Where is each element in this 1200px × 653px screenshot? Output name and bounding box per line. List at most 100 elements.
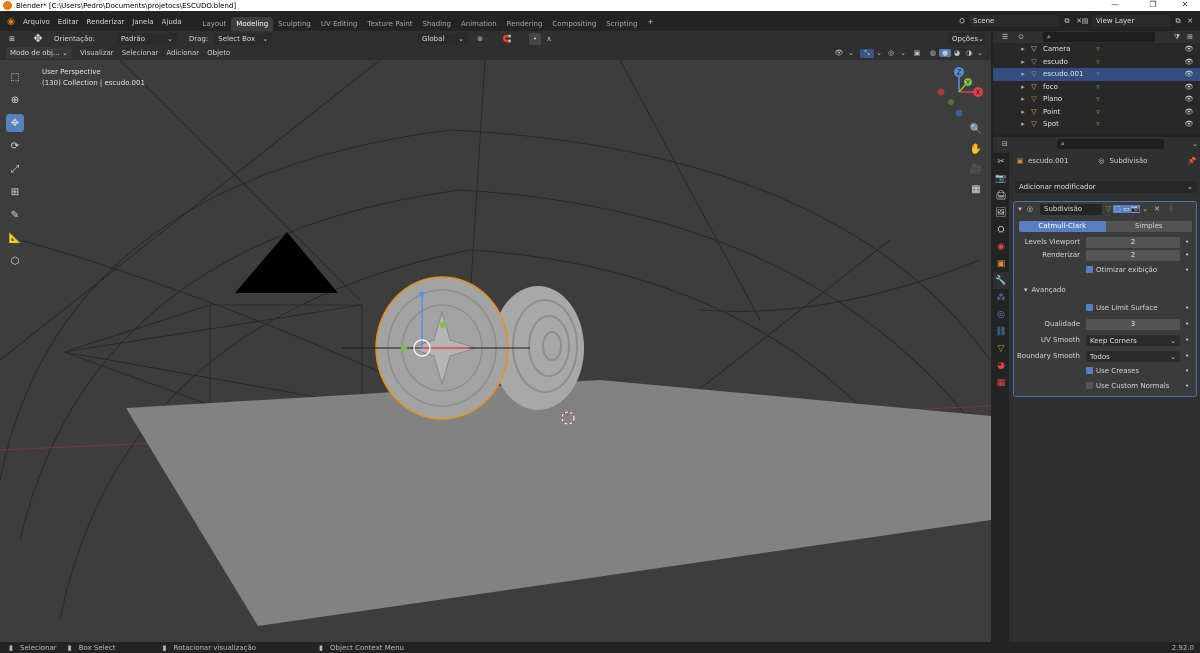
visibility-eye-icon[interactable]: 👁 — [1184, 45, 1194, 53]
optimize-display-checkbox[interactable]: Otimizar exibição — [1086, 266, 1157, 274]
visibility-eye-icon[interactable]: 👁 — [1184, 70, 1194, 78]
measure-tool-icon[interactable]: 📐 — [6, 229, 24, 247]
overlays-icon[interactable]: ◎ — [884, 49, 898, 57]
scene-name[interactable]: Scene — [969, 15, 1059, 27]
move-tool-icon[interactable]: ✥ — [6, 114, 24, 132]
camera-view-icon[interactable]: 🎥 — [967, 160, 985, 178]
menu-janela[interactable]: Janela — [128, 18, 157, 26]
on-cage-icon[interactable]: ⬚ — [1113, 205, 1122, 213]
levels-viewport-field[interactable]: 2 — [1086, 237, 1180, 248]
snap-icon[interactable]: 🧲 — [492, 35, 522, 43]
proportional-edit-icon[interactable]: • — [529, 32, 541, 45]
new-collection-icon[interactable]: ⊞ — [1183, 33, 1197, 41]
display-mode-icon[interactable]: ⊙ — [1013, 33, 1029, 41]
outliner-item-escudo-001[interactable]: ▸ ▽ escudo.001 ▿ 👁 — [993, 68, 1200, 81]
pan-hand-icon[interactable]: ✋ — [967, 140, 985, 158]
use-limit-surface-checkbox[interactable]: Use Limit Surface — [1086, 304, 1158, 312]
edit-mode-icon[interactable]: ▽ — [1104, 205, 1113, 213]
visibility-eye-icon[interactable]: 👁 — [1184, 120, 1194, 128]
tab-modeling[interactable]: Modeling — [231, 17, 274, 31]
editor-type-icon[interactable]: ☰ — [997, 33, 1013, 41]
boundary-smooth-dropdown[interactable]: Todos ⌄ — [1086, 351, 1180, 362]
outliner-item-plano[interactable]: ▸ ▽ Plano ▿ 👁 — [993, 93, 1200, 106]
menu-renderizar[interactable]: Renderizar — [83, 18, 129, 26]
chevron-down-icon[interactable]: ⌄ — [1140, 205, 1150, 213]
object-data-tab-icon[interactable]: ▽ — [993, 340, 1009, 357]
move-tool-icon[interactable]: ✥ — [30, 32, 46, 45]
outliner-item-camera[interactable]: ▸ ▽ Camera ▿ 👁 — [993, 43, 1200, 56]
add-modifier-dropdown[interactable]: Adicionar modificador ⌄ — [1015, 181, 1197, 193]
tab-texture-paint[interactable]: Texture Paint — [362, 17, 417, 31]
gizmo-neg-y[interactable] — [948, 99, 954, 105]
menu-arquivo[interactable]: Arquivo — [19, 18, 54, 26]
maximize-button[interactable]: ❐ — [1140, 0, 1166, 11]
viewport-menu-selecionar[interactable]: Selecionar — [118, 49, 163, 57]
transform-orientation-dropdown[interactable]: Global ⌄ — [418, 32, 468, 45]
new-view-layer-icon[interactable]: ⧉ — [1172, 17, 1184, 26]
filter-icon[interactable]: ⧩ — [1171, 33, 1183, 42]
tab-compositing[interactable]: Compositing — [547, 17, 601, 31]
pivot-point-icon[interactable]: ⊚ — [472, 35, 488, 43]
world-tab-icon[interactable]: ◉ — [993, 238, 1009, 255]
advanced-subpanel-toggle[interactable]: ▾ Avançado — [1024, 286, 1066, 294]
zoom-icon[interactable]: 🔍 — [967, 120, 985, 138]
view-layer-tab-icon[interactable]: 🖼 — [993, 204, 1009, 221]
uv-smooth-dropdown[interactable]: Keep Corners ⌄ — [1086, 335, 1180, 346]
object-tab-icon[interactable]: ▣ — [993, 255, 1009, 272]
tab-sculpting[interactable]: Sculpting — [273, 17, 316, 31]
keyframe-dot-icon[interactable]: • — [1185, 238, 1189, 246]
expand-arrow-icon[interactable]: ▸ — [1019, 108, 1027, 116]
visibility-eye-icon[interactable]: 👁 — [1184, 108, 1194, 116]
navigation-gizmo[interactable]: Z X Y — [935, 65, 985, 121]
render-levels-field[interactable]: 2 — [1086, 250, 1180, 261]
viewport-menu-objeto[interactable]: Objeto — [203, 49, 234, 57]
expand-arrow-icon[interactable]: ▸ — [1019, 58, 1027, 66]
tab-uv-editing[interactable]: UV Editing — [316, 17, 363, 31]
select-tool-icon[interactable]: ⬚ — [6, 68, 24, 86]
tab-layout[interactable]: Layout — [198, 17, 232, 31]
transform-tool-icon[interactable]: ⊞ — [6, 183, 24, 201]
collapse-chevron-icon[interactable]: ▾ — [1016, 205, 1024, 213]
minimize-button[interactable]: — — [1102, 0, 1128, 11]
outliner-search-input[interactable]: ⌕ — [1043, 32, 1155, 42]
visibility-icon[interactable]: 👁 — [832, 49, 846, 57]
menu-ajuda[interactable]: Ajuda — [158, 18, 186, 26]
quality-field[interactable]: 3 — [1086, 319, 1180, 330]
add-workspace-button[interactable]: + — [642, 15, 658, 29]
particles-tab-icon[interactable]: ⁂ — [993, 289, 1009, 306]
expand-arrow-icon[interactable]: ▸ — [1019, 70, 1027, 78]
menu-editar[interactable]: Editar — [54, 18, 83, 26]
chevron-down-icon[interactable]: ⌄ — [898, 49, 908, 57]
material-shading-icon[interactable]: ◕ — [951, 49, 963, 57]
keyframe-dot-icon[interactable]: • — [1185, 320, 1189, 328]
new-scene-icon[interactable]: ⧉ — [1061, 17, 1073, 26]
scene-selector[interactable]: ⛭ Scene ⧉ ✕ — [955, 15, 1085, 27]
tab-animation[interactable]: Animation — [456, 17, 502, 31]
physics-tab-icon[interactable]: ◎ — [993, 306, 1009, 323]
rotate-tool-icon[interactable]: ⟳ — [6, 137, 24, 155]
material-tab-icon[interactable]: ◕ — [993, 357, 1009, 374]
modifier-tab-icon[interactable]: 🔧 — [993, 272, 1009, 289]
pin-icon[interactable]: 📌 — [1187, 157, 1197, 165]
scale-tool-icon[interactable]: ⤢ — [6, 160, 24, 178]
scene-tab-icon[interactable]: ⛭ — [993, 221, 1009, 238]
drag-dropdown[interactable]: Select Box ⌄ — [214, 32, 273, 45]
viewport-menu-adicionar[interactable]: Adicionar — [162, 49, 203, 57]
catmull-clark-button[interactable]: Catmull-Clark — [1019, 221, 1106, 232]
render-toggle-icon[interactable]: 📷 — [1131, 205, 1140, 213]
drag-handle-icon[interactable]: ⠿ — [1166, 205, 1176, 213]
blender-menu-icon[interactable]: ◉ — [3, 15, 19, 29]
outliner-item-foco[interactable]: ▸ ▽ foco ▿ 👁 — [993, 81, 1200, 94]
keyframe-dot-icon[interactable]: • — [1185, 382, 1189, 390]
ground-plane[interactable] — [126, 380, 991, 626]
view-layer-selector[interactable]: ▤ View Layer ⧉ ✕ — [1078, 15, 1196, 27]
keyframe-dot-icon[interactable]: • — [1185, 367, 1189, 375]
tab-shading[interactable]: Shading — [418, 17, 456, 31]
keyframe-dot-icon[interactable]: • — [1185, 251, 1189, 259]
use-creases-checkbox[interactable]: Use Creases — [1086, 367, 1139, 375]
xray-icon[interactable]: ▣ — [910, 49, 924, 57]
tool-tab-icon[interactable]: ✂ — [993, 153, 1009, 170]
rendered-shading-icon[interactable]: ◑ — [963, 49, 975, 57]
keyframe-dot-icon[interactable]: • — [1185, 304, 1189, 312]
texture-tab-icon[interactable]: ▦ — [993, 374, 1009, 391]
